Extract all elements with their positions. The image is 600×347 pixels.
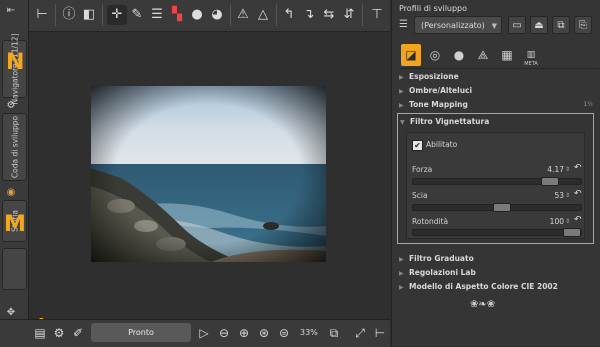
flip-horizontal-icon[interactable]: ⇆	[319, 5, 339, 25]
profile-list-icon[interactable]: ☰	[399, 19, 408, 30]
slider-thumb[interactable]	[493, 203, 511, 212]
section-vignette-header[interactable]: ▼ Filtro Vignettatura	[400, 115, 590, 128]
vignette-filter-panel: ▼ Filtro Vignettatura ✔ Abilitato Forza 4…	[397, 113, 594, 244]
open-folder-icon[interactable]: ▭	[508, 16, 526, 34]
rotate-left-icon[interactable]: ↰	[279, 5, 299, 25]
reset-icon[interactable]: ↶	[574, 215, 582, 225]
warning-shadow-icon[interactable]: △	[253, 5, 273, 25]
move-icon[interactable]: ✥	[4, 306, 18, 320]
enabled-label: Abilitato	[426, 140, 458, 149]
feather-value[interactable]: 53	[534, 191, 564, 200]
gear-icon: ⚙	[6, 100, 16, 111]
section-lab-adjustments[interactable]: ▶ Regolazioni Lab	[399, 266, 595, 279]
slider-thumb[interactable]	[541, 177, 559, 186]
feather-label: Scia	[412, 191, 428, 200]
detail-tab-icon[interactable]: ◎	[425, 44, 445, 66]
tab-queue[interactable]: Coda di sviluppo	[2, 113, 27, 181]
section-shadows-highlights[interactable]: ▶ Ombre/Alteluci	[399, 84, 595, 97]
preview-photo	[91, 86, 326, 262]
slider-thumb[interactable]	[563, 228, 581, 237]
zoom-out-icon[interactable]: ⊖	[216, 325, 232, 341]
transform-tab-icon[interactable]: ⟁	[473, 44, 493, 66]
section-exposure[interactable]: ▶ Esposizione	[399, 70, 595, 83]
reset-icon[interactable]: ↶	[574, 189, 582, 199]
meta-tab-label: META	[524, 61, 538, 67]
color-tab-icon[interactable]: ●	[449, 44, 469, 66]
color-swatch-icon[interactable]: ▚	[167, 5, 187, 25]
spinner-icon[interactable]: ⇕	[565, 192, 570, 199]
spinner-icon[interactable]: ⇕	[565, 218, 570, 225]
editor-icon[interactable]: ✐	[70, 325, 86, 341]
next-arrow-icon[interactable]: ▷	[196, 325, 212, 341]
rotate-right-icon[interactable]: ↴	[299, 5, 319, 25]
palette-icon: ◉	[6, 187, 16, 198]
top-toolbar: ⊢ ⓘ ◧ ✛ ✎ ☰ ▚ ● ◕ ⚠ △ ↰ ↴ ⇆ ⇵ ⊤	[29, 0, 390, 32]
panel-title: Profili di sviluppo	[399, 4, 468, 13]
enabled-checkbox[interactable]: ✔	[412, 140, 423, 151]
copy-profile-icon[interactable]: ⧉	[552, 16, 570, 34]
status-text: Pronto	[91, 323, 191, 342]
exposure-tab-icon[interactable]: ◪	[401, 44, 421, 66]
panel-toggle-icon[interactable]: ⊢	[32, 5, 52, 25]
feather-slider[interactable]	[412, 203, 582, 212]
queue-gear-icon[interactable]: ⚙	[51, 325, 67, 341]
vignette-controls: ✔ Abilitato Forza 4.17 ⇕ ↶ Scia 53 ⇕ ↶ R…	[406, 132, 585, 239]
tab-empty[interactable]	[2, 248, 27, 290]
before-after-icon[interactable]: ◧	[79, 5, 99, 25]
paste-profile-icon[interactable]: ⎘	[574, 16, 592, 34]
hand-tool-icon[interactable]: ✛	[107, 5, 127, 25]
roundness-label: Rotondità	[412, 217, 449, 226]
raw-tab-icon[interactable]: ▦	[497, 44, 517, 66]
warning-highlight-icon[interactable]: ⚠	[233, 5, 253, 25]
panel-right-toggle-icon[interactable]: ⊢	[372, 325, 388, 341]
tool-tabs: ◪ ◎ ● ⟁ ▦ ▥ META	[399, 42, 599, 69]
tab-queue-label: Coda di sviluppo	[10, 115, 19, 179]
profile-dropdown-value: (Personalizzato)	[421, 21, 485, 30]
section-graduated-filter[interactable]: ▶ Filtro Graduato	[399, 252, 595, 265]
new-window-icon[interactable]: ⧉	[326, 325, 342, 341]
marker-letter-top: N	[6, 50, 25, 75]
marker-letter-middle: M	[4, 212, 26, 237]
zoom-in-icon[interactable]: ⊕	[236, 325, 252, 341]
color-picker-icon[interactable]: ✎	[127, 5, 147, 25]
reset-icon[interactable]: ↶	[574, 163, 582, 173]
roundness-slider[interactable]	[412, 228, 582, 237]
info-icon[interactable]: ⓘ	[59, 5, 79, 25]
strength-value[interactable]: 4.17	[534, 165, 564, 174]
strength-label: Forza	[412, 165, 433, 174]
fullscreen-icon[interactable]: ⤢	[352, 325, 368, 341]
strength-slider[interactable]	[412, 177, 582, 186]
save-profile-icon[interactable]: ⏏	[530, 16, 548, 34]
zoom-100-icon[interactable]: ⊜	[276, 325, 292, 341]
pin-icon[interactable]: ⇤	[4, 4, 18, 18]
straighten-icon[interactable]: ☰	[147, 5, 167, 25]
zoom-fit-icon[interactable]: ⊛	[256, 325, 272, 341]
flip-vertical-icon[interactable]: ⇵	[339, 5, 359, 25]
roundness-value[interactable]: 100	[534, 217, 564, 226]
save-icon[interactable]: ▤	[32, 325, 48, 341]
section-ciecam02[interactable]: ▶ Modello di Aspetto Colore CIE 2002	[399, 280, 595, 293]
panel-right-icon[interactable]: ⊤	[367, 5, 387, 25]
chevron-down-icon: ▼	[491, 22, 497, 30]
left-sidebar: ⇤ Navigatore [11/12] ⚙ Coda di sviluppo …	[0, 0, 45, 346]
focus-mask-icon[interactable]: ◕	[207, 5, 227, 25]
profile-dropdown[interactable]: (Personalizzato) ▼	[414, 16, 502, 34]
spinner-icon[interactable]: ⇕	[565, 166, 570, 173]
bottom-toolbar: ▤ ⚙ ✐ Pronto ▷ ⊖ ⊕ ⊛ ⊜ 33% ⧉ ⤢ ⊢	[0, 319, 390, 347]
panel-ornament: ❀❧❀	[470, 299, 496, 310]
zoom-level: 33%	[300, 328, 318, 337]
gamut-icon[interactable]: ●	[187, 5, 207, 25]
meta-tab-icon[interactable]: ▥ META	[521, 44, 541, 67]
section-tone-mapping[interactable]: ▶ Tone Mapping 1½	[399, 98, 595, 111]
